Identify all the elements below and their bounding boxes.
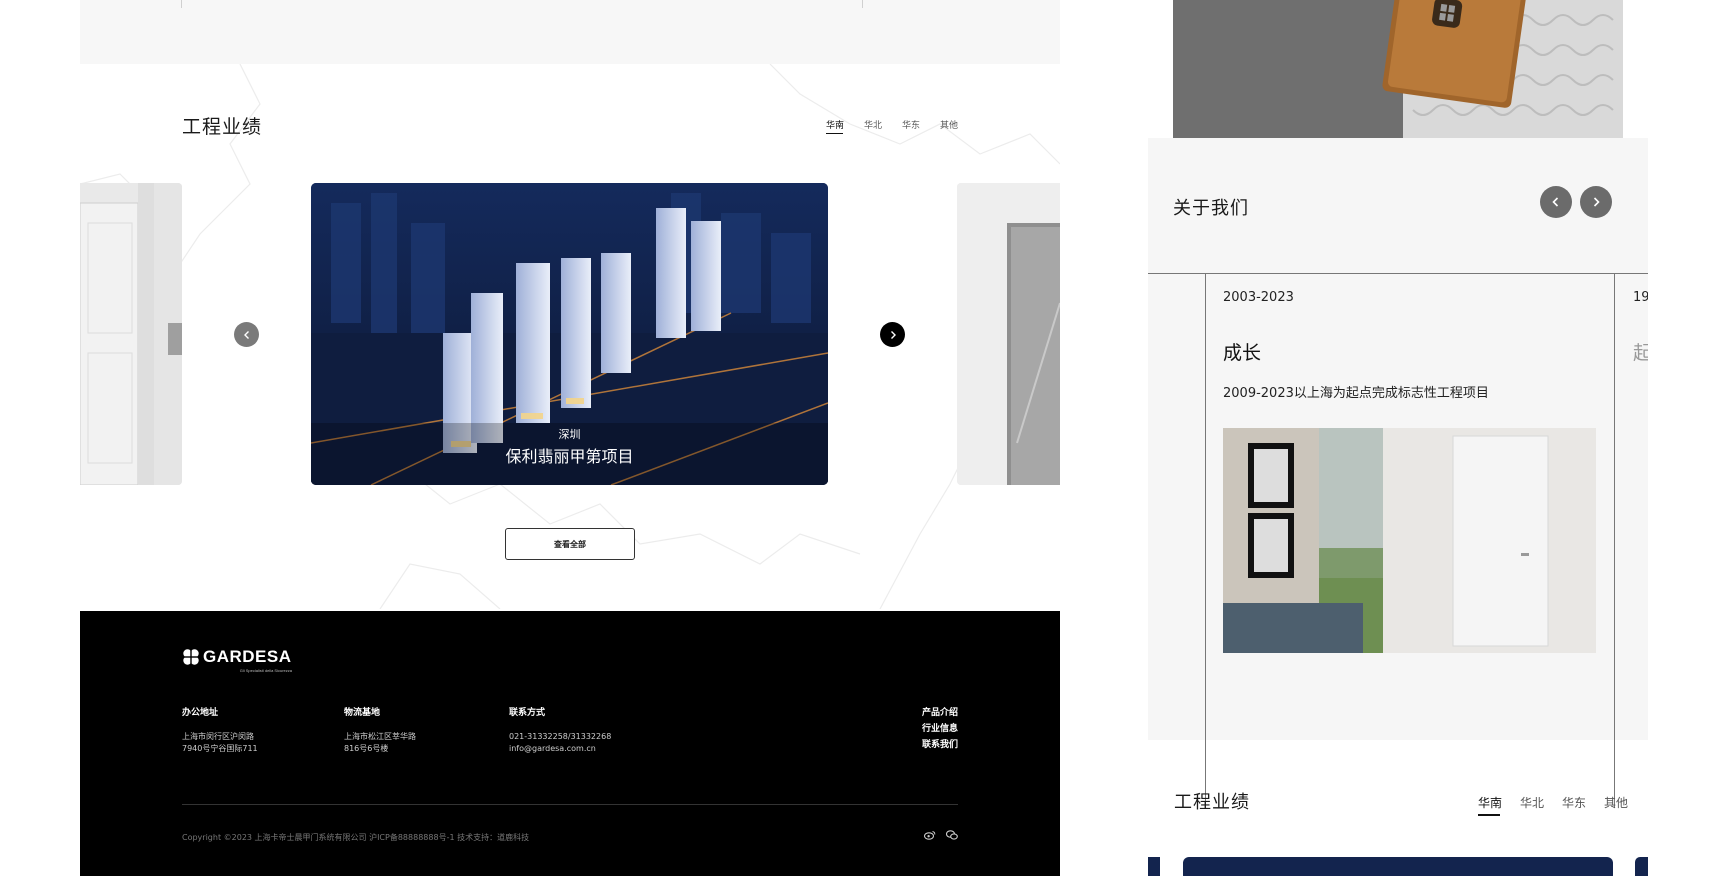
- wechat-button[interactable]: [946, 830, 958, 840]
- about-section: 关于我们 2003-2023 成长 2009-2023以上海为起点完成标志性工程…: [1148, 138, 1648, 808]
- footer-link-contact[interactable]: 联系我们: [922, 737, 958, 753]
- tab-other[interactable]: 其他: [1604, 794, 1646, 814]
- project-slide-mobile[interactable]: [1183, 857, 1613, 876]
- logo-wordmark: GARDESA: [203, 647, 292, 666]
- timeline-year-range: 2003-2023: [1223, 290, 1294, 305]
- slide-peek-left[interactable]: [1148, 857, 1160, 876]
- site-footer: GARDESA Gli Specialisti della Sicurezza …: [80, 611, 1060, 876]
- footer-contact: 联系方式 021-31332258/31332268 info@gardesa.…: [509, 705, 611, 755]
- product-photo: [1173, 0, 1623, 138]
- door-image: [80, 183, 182, 485]
- footer-logistics-line1: 上海市松江区莘华路: [344, 732, 416, 741]
- footer-office-line1: 上海市闵行区沪闵路: [182, 732, 254, 741]
- slide-peek-right[interactable]: [957, 183, 1060, 485]
- footer-logistics: 物流基地 上海市松江区莘华路 816号6号楼: [344, 705, 416, 755]
- divider: [181, 0, 182, 8]
- chevron-right-icon: [1593, 197, 1600, 207]
- mobile-mockup: 关于我们 2003-2023 成长 2009-2023以上海为起点完成标志性工程…: [1148, 0, 1648, 876]
- copyright-text: Copyright ©2023 上海卡帝士晨甲门系统有限公司 沪ICP备8888…: [182, 833, 530, 842]
- brand-logo[interactable]: GARDESA: [182, 647, 292, 667]
- footer-links: 产品介绍 行业信息 联系我们: [922, 705, 958, 753]
- slide-peek-left[interactable]: [80, 183, 182, 485]
- tab-east-china[interactable]: 华东: [902, 118, 940, 134]
- desktop-mockup: 工程业绩 华南 华北 华东 其他 深圳 保利翡丽甲第项目 查看全部 GARDES…: [80, 0, 1060, 876]
- interior-door-image: [1223, 428, 1596, 653]
- timeline-prev-button[interactable]: [1540, 186, 1572, 218]
- footer-link-products[interactable]: 产品介绍: [922, 705, 958, 721]
- previous-section-band: [80, 0, 1060, 64]
- region-tabs: 华南 华北 华东 其他: [826, 118, 978, 134]
- view-all-button[interactable]: 查看全部: [505, 528, 635, 560]
- tab-other[interactable]: 其他: [940, 118, 978, 134]
- footer-logistics-line2: 816号6号楼: [344, 744, 389, 753]
- section-title-projects: 工程业绩: [182, 116, 263, 138]
- slide-peek-right[interactable]: [1635, 857, 1648, 876]
- section-title-projects-mobile: 工程业绩: [1174, 792, 1250, 813]
- wechat-icon: [946, 830, 958, 840]
- timeline-divider: [1614, 273, 1615, 808]
- weibo-button[interactable]: [924, 830, 936, 840]
- footer-logistics-title: 物流基地: [344, 708, 381, 718]
- tab-south-china[interactable]: 华南: [826, 118, 864, 134]
- footer-office-title: 办公地址: [182, 708, 219, 718]
- wooden-lock-image: [1173, 0, 1623, 138]
- door-detail-image: [957, 183, 1060, 485]
- logo-tagline: Gli Specialisti della Sicurezza: [239, 668, 292, 673]
- slide-city: 深圳: [558, 428, 581, 441]
- timeline-next-button[interactable]: [1580, 186, 1612, 218]
- weibo-icon: [924, 831, 936, 840]
- timeline-divider: [1205, 273, 1206, 808]
- timeline-peek-heading: 起: [1633, 342, 1648, 364]
- timeline-divider: [1148, 273, 1648, 274]
- carousel-prev-button[interactable]: [234, 322, 259, 347]
- chevron-right-icon: [890, 330, 896, 339]
- footer-contact-phone: 021-31332258/31332268: [509, 732, 612, 741]
- slide-project-name: 保利翡丽甲第项目: [505, 447, 634, 466]
- clover-logo-icon: [182, 648, 200, 666]
- footer-office: 办公地址 上海市闵行区沪闵路 7940号宁谷国际711: [182, 705, 258, 755]
- timeline-peek-range: 19: [1633, 290, 1648, 305]
- region-tabs-mobile: 华南 华北 华东 其他: [1478, 794, 1646, 816]
- social-links: [924, 830, 958, 840]
- carousel-next-button[interactable]: [880, 322, 905, 347]
- footer-link-news[interactable]: 行业信息: [922, 721, 958, 737]
- chevron-left-icon: [243, 330, 249, 339]
- tab-north-china[interactable]: 华北: [1520, 794, 1562, 814]
- timeline-heading: 成长: [1223, 342, 1262, 364]
- footer-contact-email[interactable]: info@gardesa.com.cn: [509, 743, 611, 755]
- footer-contact-title: 联系方式: [509, 708, 546, 718]
- timeline-image: [1223, 428, 1596, 653]
- tab-south-china[interactable]: 华南: [1478, 794, 1520, 816]
- project-slide[interactable]: 深圳 保利翡丽甲第项目: [311, 183, 828, 485]
- section-title-about: 关于我们: [1173, 198, 1249, 219]
- divider: [862, 0, 863, 8]
- tab-north-china[interactable]: 华北: [864, 118, 902, 134]
- footer-divider: [182, 804, 958, 805]
- footer-office-line2: 7940号宁谷国际711: [182, 744, 258, 753]
- timeline-description: 2009-2023以上海为起点完成标志性工程项目: [1223, 386, 1489, 401]
- tab-east-china[interactable]: 华东: [1562, 794, 1604, 814]
- chevron-left-icon: [1552, 197, 1559, 207]
